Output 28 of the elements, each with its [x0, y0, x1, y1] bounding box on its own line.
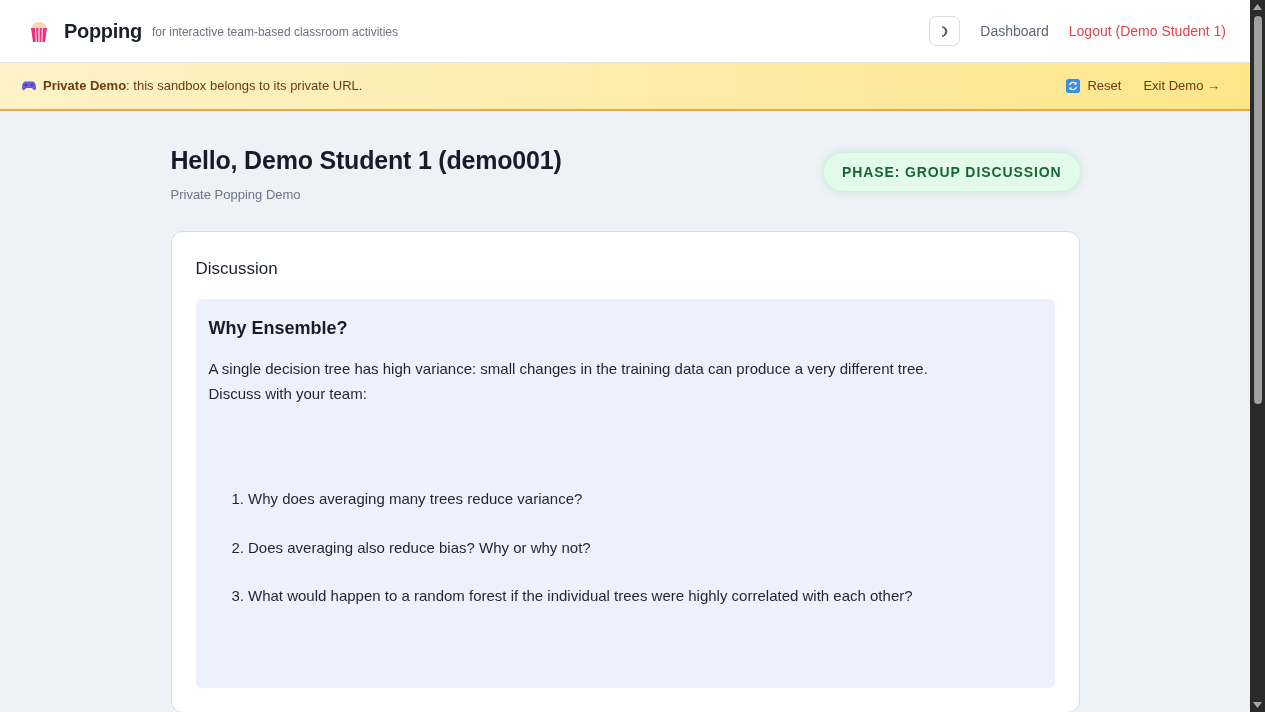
reset-button[interactable]: Reset — [1066, 76, 1122, 96]
question-number: 3. — [231, 586, 244, 606]
scrollbar[interactable] — [1250, 0, 1265, 712]
exit-demo-button[interactable]: Exit Demo → — [1143, 76, 1220, 96]
phase-badge: PHASE: GROUP DISCUSSION — [823, 153, 1080, 191]
tagline: for interactive team-based classroom activities — [151, 23, 398, 41]
scroll-down-arrow-icon[interactable] — [1253, 702, 1262, 708]
demo-notice: Private Demo: this sandbox belongs to its private URL. — [43, 77, 363, 96]
brand-name: Popping — [64, 19, 142, 44]
prompt-title: Why Ensemble? — [208, 317, 349, 340]
popcorn-icon — [30, 20, 48, 42]
theme-toggle-button[interactable] — [929, 16, 961, 46]
prompt-intro: A single decision tree has high variance: small changes in the training data can produce a very different tree. Discuss with your team: — [208, 359, 929, 404]
greeting-subtitle: Private Popping Demo — [170, 186, 302, 204]
gamepad-icon — [22, 81, 36, 91]
refresh-icon — [1066, 79, 1081, 93]
question-text: What would happen to a random forest if the individual trees were highly correlated with each other? — [248, 586, 913, 606]
logout-link[interactable]: Logout (Demo Student 1) — [1068, 20, 1226, 42]
scroll-up-arrow-icon[interactable] — [1253, 4, 1262, 10]
question-text: Does averaging also reduce bias? Why or why not? — [248, 537, 591, 558]
question-number: 1. — [231, 489, 244, 509]
question-number: 2. — [231, 537, 244, 558]
greeting-title: Hello, Demo Student 1 (demo001) — [170, 145, 562, 176]
question-text: Why does averaging many trees reduce variance? — [248, 489, 583, 509]
card-heading: Discussion — [195, 258, 279, 280]
moon-icon — [941, 25, 949, 37]
dashboard-link[interactable]: Dashboard — [980, 20, 1049, 42]
scrollbar-thumb[interactable] — [1253, 16, 1262, 404]
